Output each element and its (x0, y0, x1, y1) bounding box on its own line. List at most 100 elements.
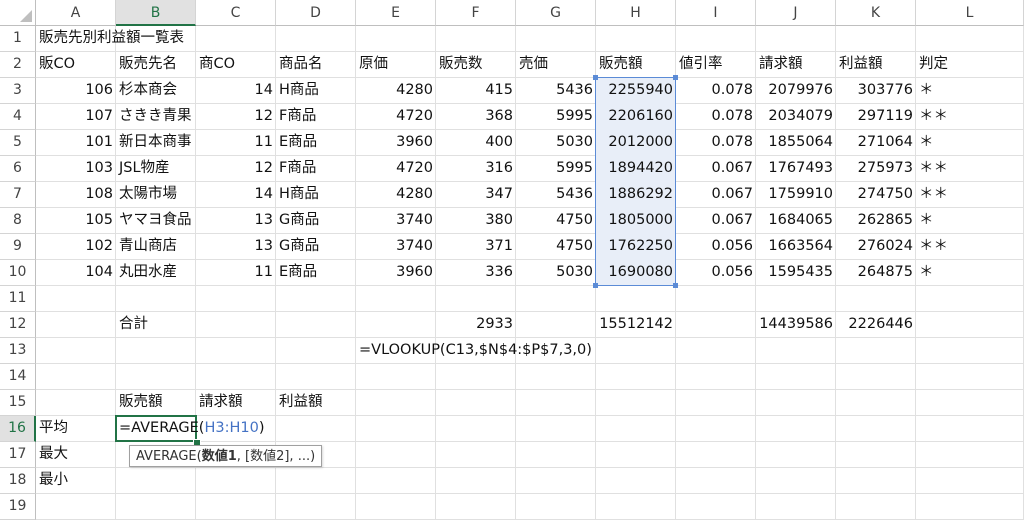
row-header-2[interactable]: 2 (0, 52, 36, 78)
data-cell-b8[interactable]: ヤマヨ食品 (116, 208, 196, 234)
header-b[interactable]: 販売先名 (116, 52, 196, 78)
cell-g12[interactable] (516, 312, 596, 338)
cell-b18[interactable] (116, 468, 196, 494)
data-cell-d8[interactable]: G商品 (276, 208, 356, 234)
data-cell-a10[interactable]: 104 (36, 260, 116, 286)
data-cell-l10[interactable]: ＊ (916, 260, 1024, 286)
header-h[interactable]: 販売額 (596, 52, 676, 78)
cell-g1[interactable] (516, 26, 596, 52)
row-header-3[interactable]: 3 (0, 78, 36, 104)
cell-d19[interactable] (276, 494, 356, 520)
row-header-13[interactable]: 13 (0, 338, 36, 364)
data-cell-j3[interactable]: 2079976 (756, 78, 836, 104)
header-l[interactable]: 判定 (916, 52, 1024, 78)
cell-b11[interactable] (116, 286, 196, 312)
totals-label[interactable]: 合計 (116, 312, 196, 338)
cell-k17[interactable] (836, 442, 916, 468)
data-cell-e4[interactable]: 4720 (356, 104, 436, 130)
data-cell-a5[interactable]: 101 (36, 130, 116, 156)
row-header-14[interactable]: 14 (0, 364, 36, 390)
data-cell-k5[interactable]: 271064 (836, 130, 916, 156)
cell-i15[interactable] (676, 390, 756, 416)
data-cell-k10[interactable]: 264875 (836, 260, 916, 286)
data-cell-f7[interactable]: 347 (436, 182, 516, 208)
cell-j15[interactable] (756, 390, 836, 416)
active-cell-formula[interactable]: =AVERAGE(H3:H10) (116, 416, 316, 442)
cell-d18[interactable] (276, 468, 356, 494)
cell-i1[interactable] (676, 26, 756, 52)
select-all-corner[interactable] (0, 0, 36, 26)
cell-e12[interactable] (356, 312, 436, 338)
data-cell-h8[interactable]: 1805000 (596, 208, 676, 234)
header-g[interactable]: 売価 (516, 52, 596, 78)
data-cell-j10[interactable]: 1595435 (756, 260, 836, 286)
row-header-8[interactable]: 8 (0, 208, 36, 234)
cell-k13[interactable] (836, 338, 916, 364)
cell-j11[interactable] (756, 286, 836, 312)
data-cell-h3[interactable]: 2255940 (596, 78, 676, 104)
column-header-b[interactable]: B (116, 0, 196, 26)
data-cell-d3[interactable]: H商品 (276, 78, 356, 104)
cell-c11[interactable] (196, 286, 276, 312)
cell-k1[interactable] (836, 26, 916, 52)
data-cell-b3[interactable]: 杉本商会 (116, 78, 196, 104)
range-resize-handle[interactable] (673, 75, 678, 80)
column-header-e[interactable]: E (356, 0, 436, 26)
cell-e17[interactable] (356, 442, 436, 468)
data-cell-b6[interactable]: JSL物産 (116, 156, 196, 182)
cell-j19[interactable] (756, 494, 836, 520)
cell-b19[interactable] (116, 494, 196, 520)
data-cell-l9[interactable]: ＊＊ (916, 234, 1024, 260)
cell-l16[interactable] (916, 416, 1024, 442)
column-header-a[interactable]: A (36, 0, 116, 26)
summary-header-profit[interactable]: 利益額 (276, 390, 356, 416)
total-billed[interactable]: 14439586 (756, 312, 836, 338)
column-header-g[interactable]: G (516, 0, 596, 26)
data-cell-j7[interactable]: 1759910 (756, 182, 836, 208)
data-cell-i7[interactable]: 0.067 (676, 182, 756, 208)
data-cell-k6[interactable]: 275973 (836, 156, 916, 182)
cell-e15[interactable] (356, 390, 436, 416)
cell-k19[interactable] (836, 494, 916, 520)
cell-c13[interactable] (196, 338, 276, 364)
header-a[interactable]: 販CO (36, 52, 116, 78)
cell-k16[interactable] (836, 416, 916, 442)
data-cell-l3[interactable]: ＊ (916, 78, 1024, 104)
cell-j1[interactable] (756, 26, 836, 52)
row-header-7[interactable]: 7 (0, 182, 36, 208)
data-cell-e8[interactable]: 3740 (356, 208, 436, 234)
data-cell-c7[interactable]: 14 (196, 182, 276, 208)
data-cell-b4[interactable]: さきき青果 (116, 104, 196, 130)
data-cell-g9[interactable]: 4750 (516, 234, 596, 260)
label-max[interactable]: 最大 (36, 442, 116, 468)
row-header-10[interactable]: 10 (0, 260, 36, 286)
data-cell-f8[interactable]: 380 (436, 208, 516, 234)
cell-l1[interactable] (916, 26, 1024, 52)
cell-d11[interactable] (276, 286, 356, 312)
total-sales[interactable]: 15512142 (596, 312, 676, 338)
cell-a11[interactable] (36, 286, 116, 312)
data-cell-h9[interactable]: 1762250 (596, 234, 676, 260)
data-cell-a7[interactable]: 108 (36, 182, 116, 208)
data-cell-h4[interactable]: 2206160 (596, 104, 676, 130)
data-cell-f3[interactable]: 415 (436, 78, 516, 104)
data-cell-k4[interactable]: 297119 (836, 104, 916, 130)
cell-f14[interactable] (436, 364, 516, 390)
total-qty[interactable]: 2933 (436, 312, 516, 338)
summary-header-billed[interactable]: 請求額 (196, 390, 276, 416)
cell-grid[interactable]: 販売先別利益額一覧表 販CO 販売先名 商CO 商品名 原価 販売数 売価 販売額 値引率 請求額利… (36, 26, 1024, 523)
data-cell-k7[interactable]: 274750 (836, 182, 916, 208)
data-cell-h6[interactable]: 1894420 (596, 156, 676, 182)
data-cell-e3[interactable]: 4280 (356, 78, 436, 104)
data-cell-j8[interactable]: 1684065 (756, 208, 836, 234)
data-cell-c8[interactable]: 13 (196, 208, 276, 234)
vlookup-formula-text[interactable]: =VLOOKUP(C13,$N$4:$P$7,3,0) (356, 338, 716, 364)
header-c[interactable]: 商CO (196, 52, 276, 78)
column-header-d[interactable]: D (276, 0, 356, 26)
data-cell-e7[interactable]: 4280 (356, 182, 436, 208)
function-argument-tooltip[interactable]: AVERAGE(数値1, [数値2], ...) (129, 445, 323, 467)
data-cell-d5[interactable]: E商品 (276, 130, 356, 156)
cell-c18[interactable] (196, 468, 276, 494)
header-k[interactable]: 利益額 (836, 52, 916, 78)
cell-g11[interactable] (516, 286, 596, 312)
